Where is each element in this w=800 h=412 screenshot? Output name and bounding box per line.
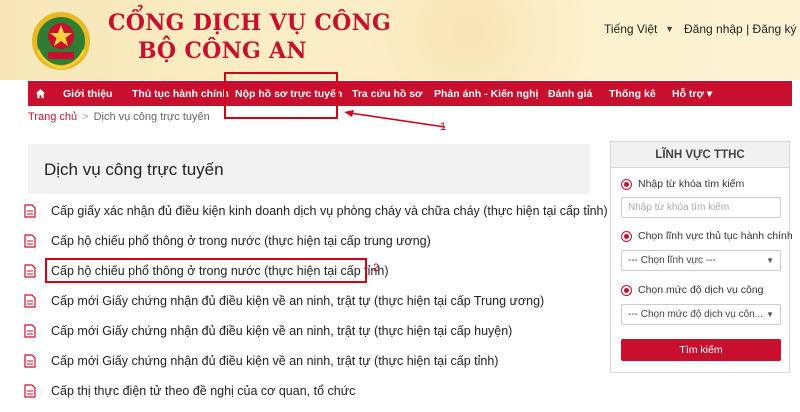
service-item[interactable]: Cấp mới Giấy chứng nhận đủ điều kiện về …	[24, 321, 512, 341]
document-icon	[24, 234, 36, 248]
field-select[interactable]: --- Chọn lĩnh vực --- ▼	[621, 250, 781, 271]
radio-checked-icon	[621, 284, 632, 296]
radio-checked-icon	[621, 230, 632, 242]
service-item[interactable]: Cấp thị thực điện tử theo đề nghị của cơ…	[24, 381, 355, 401]
site-title-line1: CỔNG DỊCH VỤ CÔNG	[108, 10, 392, 36]
site-header: CỔNG DỊCH VỤ CÔNG BỘ CÔNG AN Tiếng Việt …	[0, 0, 800, 80]
search-sidebar: LĨNH VỰC TTHC Nhập từ khóa tìm kiếm Chọn…	[610, 141, 793, 373]
nav-item-phan-anh[interactable]: Phản ánh - Kiến nghị	[434, 88, 538, 100]
chevron-down-icon: ▼	[766, 310, 774, 319]
service-item[interactable]: Cấp giấy xác nhận đủ điều kiện kinh doan…	[24, 201, 608, 221]
breadcrumb-home[interactable]: Trang chủ	[28, 111, 77, 123]
service-label: Cấp thị thực điện tử theo đề nghị của cơ…	[51, 384, 356, 398]
register-link[interactable]: Đăng ký	[753, 22, 797, 36]
sidebar-heading: LĨNH VỰC TTHC	[611, 142, 789, 168]
nav-item-thong-ke[interactable]: Thống kê	[609, 88, 656, 100]
service-label: Cấp mới Giấy chứng nhận đủ điều kiện về …	[51, 294, 545, 308]
radio-checked-icon	[621, 178, 632, 190]
level-radio[interactable]: Chọn mức độ dịch vụ công	[621, 284, 764, 296]
nav-item-thu-tuc[interactable]: Thủ tục hành chính	[132, 88, 229, 100]
service-label: Cấp mới Giấy chứng nhận đủ điều kiện về …	[51, 324, 513, 338]
level-select-value: --- Chọn mức độ dịch vụ côn...	[628, 309, 764, 320]
service-label: Cấp hộ chiếu phổ thông ở trong nước (thự…	[51, 234, 431, 248]
site-title-line2: BỘ CÔNG AN	[138, 38, 307, 64]
document-icon	[24, 204, 36, 218]
breadcrumb: Trang chủ > Dịch vụ công trực tuyến	[28, 111, 210, 123]
service-item[interactable]: Cấp hộ chiếu phổ thông ở trong nước (thự…	[24, 231, 431, 251]
chevron-down-icon: ▼	[665, 24, 674, 34]
breadcrumb-current: Dịch vụ công trực tuyến	[93, 111, 210, 123]
keyword-input[interactable]	[621, 197, 781, 218]
service-label: Cấp giấy xác nhận đủ điều kiện kinh doan…	[51, 204, 608, 218]
nav-item-tra-cuu[interactable]: Tra cứu hồ sơ	[352, 88, 423, 100]
breadcrumb-separator: >	[82, 111, 89, 123]
service-label: Cấp mới Giấy chứng nhận đủ điều kiện về …	[51, 354, 499, 368]
nav-item-danh-gia[interactable]: Đánh giá	[548, 88, 592, 100]
search-button[interactable]: Tìm kiếm	[621, 339, 781, 361]
page-title: Dịch vụ công trực tuyến	[44, 160, 224, 179]
language-select[interactable]: Tiếng Việt ▼	[600, 20, 678, 38]
document-icon	[24, 354, 36, 368]
annotation-label-2: 2	[373, 262, 380, 274]
service-item[interactable]: Cấp mới Giấy chứng nhận đủ điều kiện về …	[24, 351, 498, 371]
auth-links: Đăng nhập | Đăng ký	[684, 20, 797, 38]
field-select-value: --- Chọn lĩnh vực ---	[628, 255, 716, 266]
login-link[interactable]: Đăng nhập	[684, 22, 743, 36]
police-emblem-icon[interactable]	[30, 10, 92, 72]
level-radio-label: Chọn mức độ dịch vụ công	[638, 284, 764, 296]
document-icon	[24, 384, 36, 398]
keyword-radio-label: Nhập từ khóa tìm kiếm	[638, 178, 745, 190]
field-radio[interactable]: Chọn lĩnh vực thủ tục hành chính	[621, 230, 793, 242]
document-icon	[24, 294, 36, 308]
chevron-down-icon: ▼	[766, 256, 774, 265]
service-item[interactable]: Cấp mới Giấy chứng nhận đủ điều kiện về …	[24, 291, 544, 311]
nav-item-ho-tro[interactable]: Hỗ trợ ▾	[672, 88, 712, 100]
document-icon	[24, 264, 36, 278]
annotation-label-1: 1	[440, 121, 447, 133]
keyword-radio[interactable]: Nhập từ khóa tìm kiếm	[621, 178, 744, 190]
field-radio-label: Chọn lĩnh vực thủ tục hành chính	[638, 230, 793, 242]
home-icon[interactable]	[35, 88, 46, 99]
level-select[interactable]: --- Chọn mức độ dịch vụ côn... ▼	[621, 304, 781, 325]
auth-separator: |	[746, 22, 750, 36]
main-nav: Giới thiệu Thủ tục hành chính Nộp hồ sơ …	[28, 81, 792, 106]
nav-item-gioi-thieu[interactable]: Giới thiệu	[63, 88, 112, 100]
annotation-box-2	[45, 258, 367, 283]
annotation-box-1	[224, 72, 338, 119]
document-icon	[24, 324, 36, 338]
annotation-arrow-icon	[344, 110, 446, 128]
language-label: Tiếng Việt	[604, 22, 658, 36]
